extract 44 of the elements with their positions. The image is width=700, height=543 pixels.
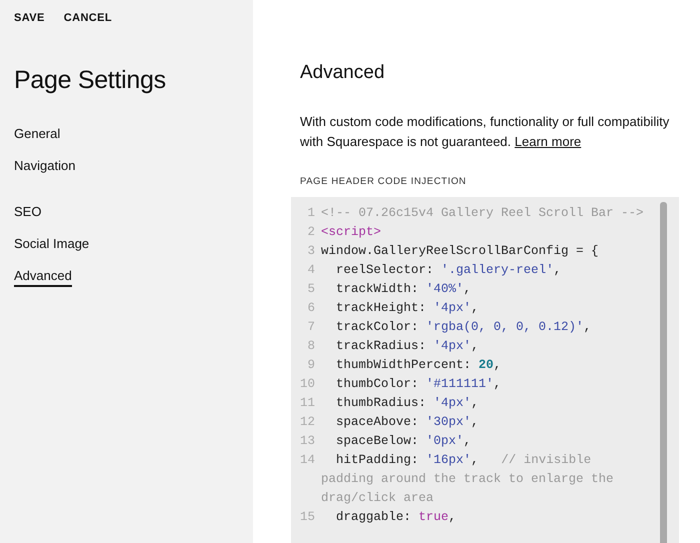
code-line: <script> xyxy=(321,224,382,241)
sidebar-item[interactable]: General xyxy=(14,125,60,145)
code-line: draggable: true, xyxy=(335,509,458,526)
header-action-button[interactable]: SAVE xyxy=(14,12,45,24)
line-number: 11 xyxy=(298,395,316,412)
sidebar-item[interactable]: Navigation xyxy=(14,157,76,177)
code-line: trackWidth: '40%', xyxy=(335,281,472,298)
line-number: 5 xyxy=(306,281,316,298)
line-number: 10 xyxy=(298,376,316,393)
code-line: spaceAbove: '30px', xyxy=(335,414,480,431)
line-number: 9 xyxy=(306,357,316,374)
code-editor[interactable] xyxy=(291,197,679,543)
code-line: trackColor: 'rgba(0, 0, 0, 0.12)', xyxy=(335,319,592,336)
sidebar-title: Page Settings xyxy=(14,66,167,95)
description-text: With custom code modifications, functionality or full compatibility with Squarespace is not guaranteed. Learn more xyxy=(300,113,670,151)
learn-more-link[interactable]: Learn more xyxy=(514,134,582,149)
line-number: 1 xyxy=(306,205,316,222)
code-line: spaceBelow: '0px', xyxy=(335,433,472,450)
line-number: 13 xyxy=(298,433,316,450)
code-line: thumbColor: '#111111', xyxy=(335,376,502,393)
scrollbar-thumb[interactable] xyxy=(660,202,667,543)
line-number: 14 xyxy=(298,452,316,469)
code-line: hitPadding: '16px', // invisible padding around the track to enlarge the drag/click area xyxy=(321,452,615,507)
code-line: thumbWidthPercent: 20, xyxy=(335,357,502,374)
sidebar-item[interactable]: SEO xyxy=(14,203,42,223)
line-number: 4 xyxy=(306,262,316,279)
line-number: 7 xyxy=(306,319,316,336)
code-line: <!-- 07.26c15v4 Gallery Reel Scroll Bar --> xyxy=(321,205,645,222)
section-title: Advanced xyxy=(300,62,386,84)
code-line: trackHeight: '4px', xyxy=(335,300,480,317)
line-number: 8 xyxy=(306,338,316,355)
sidebar-item[interactable]: Social Image xyxy=(14,235,90,255)
code-line: thumbRadius: '4px', xyxy=(335,395,480,412)
line-number: 6 xyxy=(306,300,316,317)
line-number: 2 xyxy=(306,224,316,241)
field-label: PAGE HEADER CODE INJECTION xyxy=(300,176,468,187)
line-number: 15 xyxy=(298,509,316,526)
code-line: trackRadius: '4px', xyxy=(335,338,480,355)
header-action-button[interactable]: CANCEL xyxy=(64,12,112,24)
code-line: reelSelector: '.gallery-reel', xyxy=(335,262,562,279)
line-number: 3 xyxy=(306,243,316,260)
sidebar-item[interactable]: Advanced xyxy=(14,267,72,287)
line-number: 12 xyxy=(298,414,316,431)
code-line: window.GalleryReelScrollBarConfig = { xyxy=(321,243,600,260)
